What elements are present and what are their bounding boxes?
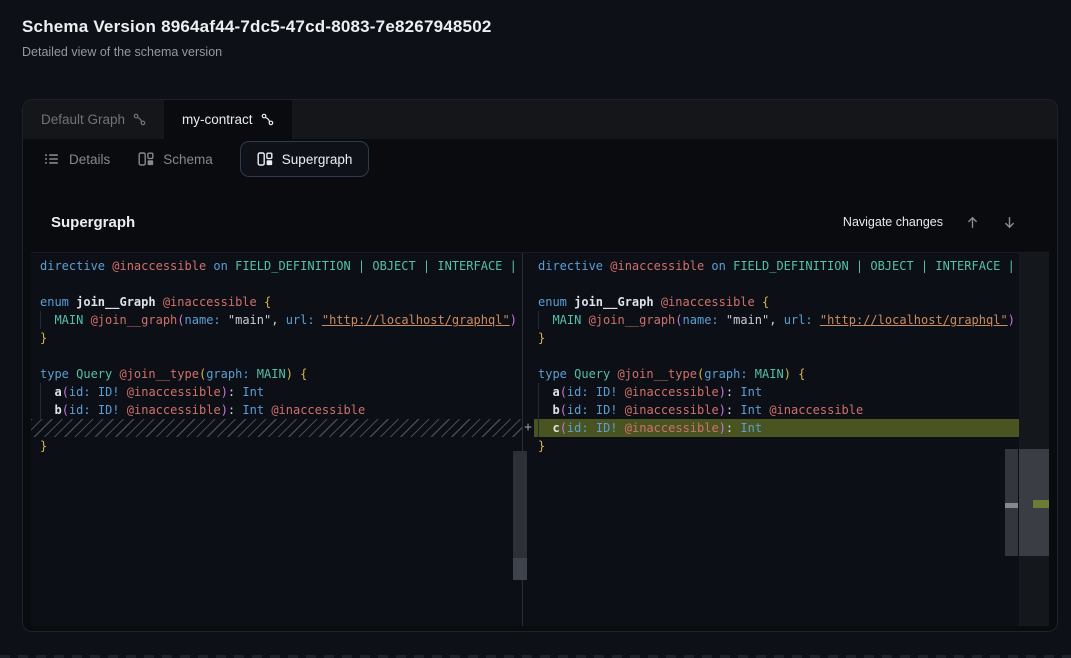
- subtab-supergraph[interactable]: Supergraph: [240, 141, 370, 177]
- schema-version-page: Schema Version 8964af44-7dc5-47cd-8083-7…: [0, 0, 1071, 658]
- page-header: Schema Version 8964af44-7dc5-47cd-8083-7…: [22, 17, 492, 59]
- tab-my-contract-label: my-contract: [182, 112, 253, 127]
- code-line: }: [534, 329, 1019, 347]
- right-pane-scrollbar-thumb[interactable]: [1005, 449, 1018, 556]
- split-panel-icon: [257, 151, 273, 167]
- left-pane-scrollbar-thumb-end[interactable]: [513, 558, 527, 580]
- scrollbar-position-dash: [1005, 503, 1018, 508]
- code-line: }: [31, 329, 522, 347]
- supergraph-panel-header: Supergraph Navigate changes: [51, 207, 1017, 237]
- code-line: a(id: ID! @inaccessible): Int: [31, 383, 522, 401]
- subtab-schema-label: Schema: [163, 152, 213, 167]
- diff-overview-ruler[interactable]: [1019, 253, 1049, 626]
- arrow-down-icon[interactable]: [1002, 215, 1017, 230]
- navigate-changes-label: Navigate changes: [843, 215, 943, 229]
- tab-default-graph[interactable]: Default Graph: [23, 100, 164, 139]
- code-line: [31, 347, 522, 365]
- subtab-details[interactable]: Details: [43, 141, 111, 177]
- left-pane-scrollbar-thumb[interactable]: [513, 451, 527, 558]
- graph-tabbar: Default Graph my-contract: [23, 100, 1057, 139]
- fork-icon: [261, 113, 274, 126]
- code-line: a(id: ID! @inaccessible): Int: [534, 383, 1019, 401]
- code-line: directive @inaccessible on FIELD_DEFINIT…: [31, 257, 522, 275]
- overview-added-change-marker: [1033, 500, 1049, 508]
- page-title: Schema Version 8964af44-7dc5-47cd-8083-7…: [22, 17, 492, 37]
- schema-card: Default Graph my-contract: [22, 99, 1058, 632]
- code-line: directive @inaccessible on FIELD_DEFINIT…: [534, 257, 1019, 275]
- code-line: }: [534, 437, 1019, 455]
- split-panel-icon: [138, 151, 154, 167]
- code-line: type Query @join__type(graph: MAIN) {: [534, 365, 1019, 383]
- subtab-details-label: Details: [69, 152, 110, 167]
- code-line: MAIN @join__graph(name: "main", url: "ht…: [31, 311, 522, 329]
- added-code-line: c(id: ID! @inaccessible): Int: [534, 419, 1019, 437]
- tab-my-contract[interactable]: my-contract: [164, 100, 292, 139]
- tab-default-graph-label: Default Graph: [41, 112, 125, 127]
- code-line: enum join__Graph @inaccessible {: [534, 293, 1019, 311]
- list-icon: [44, 151, 60, 167]
- diff-right-pane[interactable]: directive @inaccessible on FIELD_DEFINIT…: [534, 253, 1019, 626]
- code-line: [534, 275, 1019, 293]
- schema-diff-view: directive @inaccessible on FIELD_DEFINIT…: [31, 252, 1049, 626]
- arrow-up-icon[interactable]: [965, 215, 980, 230]
- code-line: type Query @join__type(graph: MAIN) {: [31, 365, 522, 383]
- code-line: b(id: ID! @inaccessible): Int @inaccessi…: [534, 401, 1019, 419]
- page-subtitle: Detailed view of the schema version: [22, 45, 492, 59]
- code-line: enum join__Graph @inaccessible {: [31, 293, 522, 311]
- added-line-marker: +: [521, 419, 535, 437]
- code-line: MAIN @join__graph(name: "main", url: "ht…: [534, 311, 1019, 329]
- diff-left-pane[interactable]: directive @inaccessible on FIELD_DEFINIT…: [31, 253, 522, 626]
- diff-placeholder-row: [31, 419, 522, 437]
- subtab-schema[interactable]: Schema: [137, 141, 214, 177]
- navigate-changes-controls: Navigate changes: [843, 215, 1017, 230]
- code-line: [534, 347, 1019, 365]
- code-line: }: [31, 437, 522, 455]
- code-line: b(id: ID! @inaccessible): Int @inaccessi…: [31, 401, 522, 419]
- fork-icon: [133, 113, 146, 126]
- view-subtabs: Details Schema: [23, 139, 1057, 179]
- supergraph-heading: Supergraph: [51, 214, 135, 231]
- subtab-supergraph-label: Supergraph: [282, 152, 353, 167]
- code-line: [31, 275, 522, 293]
